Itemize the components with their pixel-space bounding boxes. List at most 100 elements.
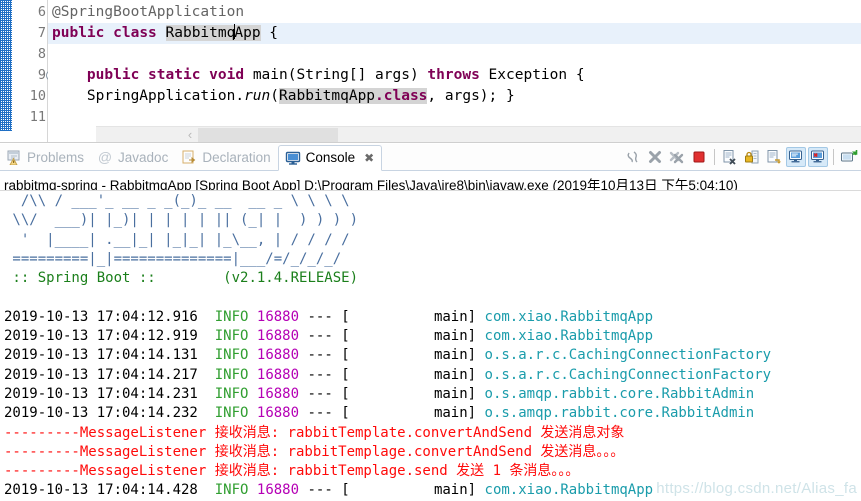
- scrollbar-thumb[interactable]: [198, 128, 338, 142]
- tab-javadoc[interactable]: @ Javadoc: [91, 144, 175, 170]
- terminate-icon: [693, 151, 705, 163]
- tab-label: Javadoc: [118, 149, 169, 165]
- log-logger: o.s.amqp.rabbit.core.RabbitAdmin: [484, 385, 755, 402]
- line-number-text: 7: [37, 25, 46, 41]
- problems-icon: [7, 150, 20, 165]
- remove-all-launches-button[interactable]: [667, 147, 687, 167]
- log-logger: o.s.a.r.c.CachingConnectionFactory: [484, 366, 772, 383]
- log-timestamp: 2019-10-13 17:04:14.217: [4, 366, 198, 383]
- console-output[interactable]: /\\ / ___'_ __ _ _(_)_ __ __ _ \ \ \ \ \…: [0, 191, 861, 500]
- log-line: 2019-10-13 17:04:14.231 INFO 16880 --- […: [4, 385, 755, 402]
- log-timestamp: 2019-10-13 17:04:14.232: [4, 405, 198, 422]
- terminate-all-button[interactable]: [623, 147, 643, 167]
- log-pid: 16880: [256, 328, 300, 345]
- close-icon[interactable]: ✖: [364, 151, 374, 165]
- declaration-icon: [182, 150, 196, 164]
- line-number-text: 8: [37, 46, 46, 62]
- bottom-view-panel: Problems @ Javadoc Declaration Console ✖: [0, 144, 861, 501]
- listener-line: ---------MessageListener 接收消息: rabbitTem…: [4, 463, 580, 480]
- remove-all-launches-icon: [669, 151, 684, 164]
- open-console-button[interactable]: [839, 147, 859, 167]
- log-level: INFO: [214, 385, 249, 402]
- toolbar-separator: [714, 149, 715, 165]
- banner-line: =========|_|==============|___/=/_/_/_/: [4, 250, 342, 267]
- tab-problems[interactable]: Problems: [0, 144, 91, 170]
- log-pid: 16880: [256, 366, 300, 383]
- tab-label: Console: [305, 150, 356, 165]
- log-level: INFO: [214, 308, 249, 325]
- code-line-6: @SpringBootApplication: [52, 4, 245, 20]
- editor-bottom-divider: [0, 142, 861, 143]
- console-icon: [285, 151, 300, 165]
- log-pid: 16880: [256, 347, 300, 364]
- log-line: 2019-10-13 17:04:14.131 INFO 16880 --- […: [4, 347, 772, 364]
- log-thread: main: [433, 366, 468, 383]
- clear-console-icon: [723, 150, 736, 165]
- log-line: 2019-10-13 17:04:12.916 INFO 16880 --- […: [4, 308, 654, 325]
- log-logger: com.xiao.RabbitmqApp: [484, 482, 654, 499]
- editor-horizontal-scrollbar[interactable]: ‹: [96, 126, 861, 143]
- log-thread: main: [433, 482, 468, 499]
- console-launch-header: rabbitmq-spring - RabbitmqApp [Spring Bo…: [0, 171, 861, 191]
- clear-console-button[interactable]: [720, 147, 740, 167]
- banner-line: \\/ ___)| |_)| | | | | || (_| | ) ) ) ): [4, 212, 359, 229]
- code-line-9: public static void main(String[] args) t…: [86, 67, 585, 83]
- log-level: INFO: [214, 328, 249, 345]
- scroll-left-arrow-icon[interactable]: ‹: [182, 127, 198, 143]
- log-logger: com.xiao.RabbitmqApp: [484, 328, 654, 345]
- log-separator: ---: [307, 347, 333, 364]
- log-separator: ---: [307, 308, 333, 325]
- log-level: INFO: [214, 347, 249, 364]
- line-number: 9: [12, 65, 57, 86]
- log-thread: main: [433, 405, 468, 422]
- change-ruler: [0, 0, 12, 131]
- code-text-area[interactable]: @SpringBootApplication public class Rabb…: [48, 0, 861, 143]
- terminate-button[interactable]: [689, 147, 709, 167]
- log-thread: main: [433, 328, 468, 345]
- console-toolbar: [623, 144, 859, 170]
- log-timestamp: 2019-10-13 17:04:14.131: [4, 347, 198, 364]
- word-wrap-button[interactable]: [764, 147, 784, 167]
- line-number: 11: [12, 107, 48, 128]
- banner-footer-line: :: Spring Boot :: (v2.1.4.RELEASE): [0, 269, 861, 288]
- log-line: 2019-10-13 17:04:14.217 INFO 16880 --- […: [4, 366, 772, 383]
- tab-declaration[interactable]: Declaration: [175, 144, 277, 170]
- code-line-10: SpringApplication.run(RabbitmqApp.class,…: [52, 88, 515, 104]
- log-timestamp: 2019-10-13 17:04:14.428: [4, 482, 198, 499]
- log-level: INFO: [214, 366, 249, 383]
- show-console-on-error-button[interactable]: [808, 147, 828, 167]
- log-logger: o.s.a.r.c.CachingConnectionFactory: [484, 347, 772, 364]
- line-number: 8: [12, 44, 48, 65]
- log-pid: 16880: [256, 385, 300, 402]
- remove-launch-icon: [649, 151, 661, 163]
- tab-console[interactable]: Console ✖: [277, 144, 383, 171]
- tab-label: Declaration: [202, 149, 271, 165]
- show-console-on-output-button[interactable]: [786, 147, 806, 167]
- scroll-lock-button[interactable]: [742, 147, 762, 167]
- line-number-text: 6: [37, 4, 46, 20]
- log-timestamp: 2019-10-13 17:04:14.231: [4, 385, 198, 402]
- spring-boot-version: (v2.1.4.RELEASE): [164, 270, 359, 287]
- view-tab-bar: Problems @ Javadoc Declaration Console ✖: [0, 144, 861, 171]
- line-number: 6: [12, 2, 48, 23]
- log-line: 2019-10-13 17:04:12.919 INFO 16880 --- […: [4, 328, 654, 345]
- line-number: 10: [12, 86, 48, 107]
- terminate-all-icon: [627, 151, 638, 163]
- remove-launch-button[interactable]: [645, 147, 665, 167]
- spring-boot-label: :: Spring Boot ::: [4, 270, 165, 287]
- show-console-on-output-icon: [789, 150, 802, 163]
- log-pid: 16880: [256, 482, 300, 499]
- scroll-lock-icon: [745, 150, 759, 164]
- listener-line: ---------MessageListener 接收消息: rabbitTem…: [4, 443, 625, 460]
- code-editor[interactable]: 6 7 8 9 10 11 @SpringBootApplication pub…: [0, 0, 861, 143]
- line-number-text: 10: [29, 88, 46, 104]
- show-console-on-error-icon: [811, 150, 824, 163]
- log-separator: ---: [307, 405, 333, 422]
- line-number-gutter: 6 7 8 9 10 11: [12, 0, 57, 143]
- word-wrap-icon: [767, 150, 781, 164]
- log-thread: main: [433, 308, 468, 325]
- log-level: INFO: [214, 482, 249, 499]
- log-level: INFO: [214, 405, 249, 422]
